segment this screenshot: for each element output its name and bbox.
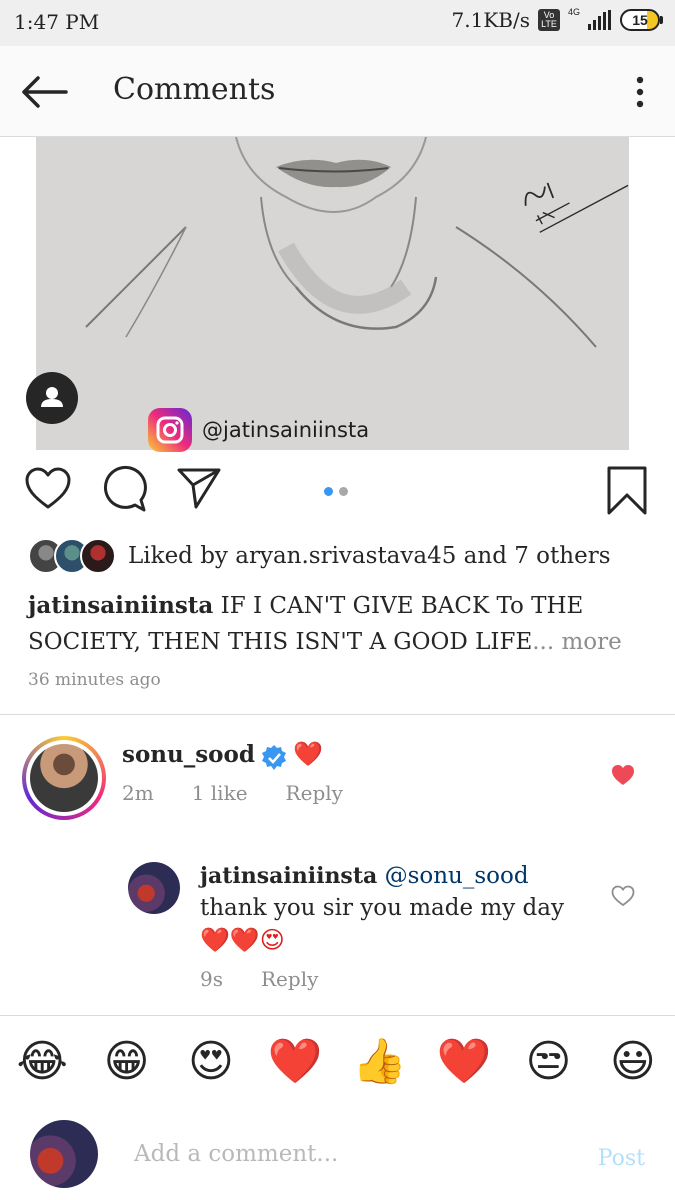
status-bar: 1:47 PM 7.1KB/s Vo LTE 4G 15 [0,0,675,46]
comment-meta: 2m 1 like Reply [122,781,343,805]
avatar [30,1120,98,1188]
status-time: 1:47 PM [14,10,100,34]
reply-text: thank you sir you made my day [200,895,564,921]
post-caption: jatinsainiinsta IF I CAN'T GIVE BACK To … [28,588,648,660]
sketch-drawing [36,137,629,450]
carousel-dot [339,487,348,496]
page-title: Comments [113,72,276,107]
emoji-quick-bar: 😂 😁 😍 ❤️ 👍 ❤️ 😒 😃 [0,1016,675,1106]
caption-more-link[interactable]: more [562,629,622,655]
comment-username[interactable]: sonu_sood [122,741,255,768]
reply-comment: jatinsainiinsta @sonu_sood thank you sir… [200,860,580,956]
volte-icon: Vo LTE [537,9,560,31]
arrow-left-icon[interactable] [20,74,68,110]
post-timestamp: 36 minutes ago [28,670,161,690]
emoji-button[interactable]: 😂 [12,1036,72,1087]
comment-composer: Post [0,1106,675,1200]
post-image[interactable] [36,137,629,450]
bookmark-icon[interactable] [606,465,648,517]
reply-mention[interactable]: @sonu_sood [385,863,529,889]
comments-header: Comments [0,46,675,137]
reply-username[interactable]: jatinsainiinsta [200,863,377,889]
caption-username[interactable]: jatinsainiinsta [28,592,213,619]
emoji-button[interactable]: ❤️ [434,1035,494,1087]
share-icon[interactable] [176,465,222,511]
reply-button[interactable]: Reply [286,781,343,805]
reply-button[interactable]: Reply [261,967,318,991]
post-actions [0,465,675,525]
emoji-button[interactable]: 😒 [518,1036,578,1087]
emoji-button[interactable]: 😁 [97,1036,157,1087]
comment-likes[interactable]: 1 like [192,781,248,805]
carousel-dot-active [324,487,333,496]
emoji-button[interactable]: 👍 [350,1035,410,1087]
signal-icon [588,10,611,30]
emoji-button[interactable]: ❤️ [265,1035,325,1087]
emoji-button[interactable]: 😍 [181,1036,241,1087]
caption-ellipsis: ... [532,629,555,655]
comment-text: ❤️ [293,740,324,768]
battery-icon: 15 [620,9,663,31]
watermark-handle: @jatinsainiinsta [202,418,370,442]
liker-avatar [80,538,116,574]
comment-time: 2m [122,781,154,805]
comment-icon[interactable] [100,465,148,513]
post-button[interactable]: Post [598,1146,645,1171]
reply-meta: 9s Reply [200,967,318,991]
emoji-button[interactable]: 😃 [603,1036,663,1087]
instagram-icon [148,408,192,452]
liked-by-text: Liked by aryan.srivastava45 and 7 others [128,543,611,569]
image-watermark: @jatinsainiinsta [148,408,369,452]
reply-time: 9s [200,967,223,991]
avatar[interactable] [128,862,180,914]
more-vertical-icon[interactable] [635,76,645,108]
status-right: 7.1KB/s Vo LTE 4G 15 [451,7,663,32]
heart-outline-icon[interactable] [611,885,635,907]
comment: sonu_sood ❤️ [122,738,323,772]
network-type: 4G [567,7,580,17]
verified-badge-icon [262,744,287,770]
liked-by-row[interactable]: Liked by aryan.srivastava45 and 7 others [28,538,611,574]
avatar[interactable] [22,736,106,820]
divider [0,714,675,715]
carousel-indicator [324,487,348,496]
comment-input[interactable] [134,1134,554,1174]
person-icon [41,387,63,407]
net-speed: 7.1KB/s [451,8,530,32]
heart-filled-icon[interactable] [611,764,635,786]
tagged-users-button[interactable] [26,372,78,424]
reply-emojis: ❤️❤️😍 [200,926,285,954]
heart-icon[interactable] [24,465,72,513]
